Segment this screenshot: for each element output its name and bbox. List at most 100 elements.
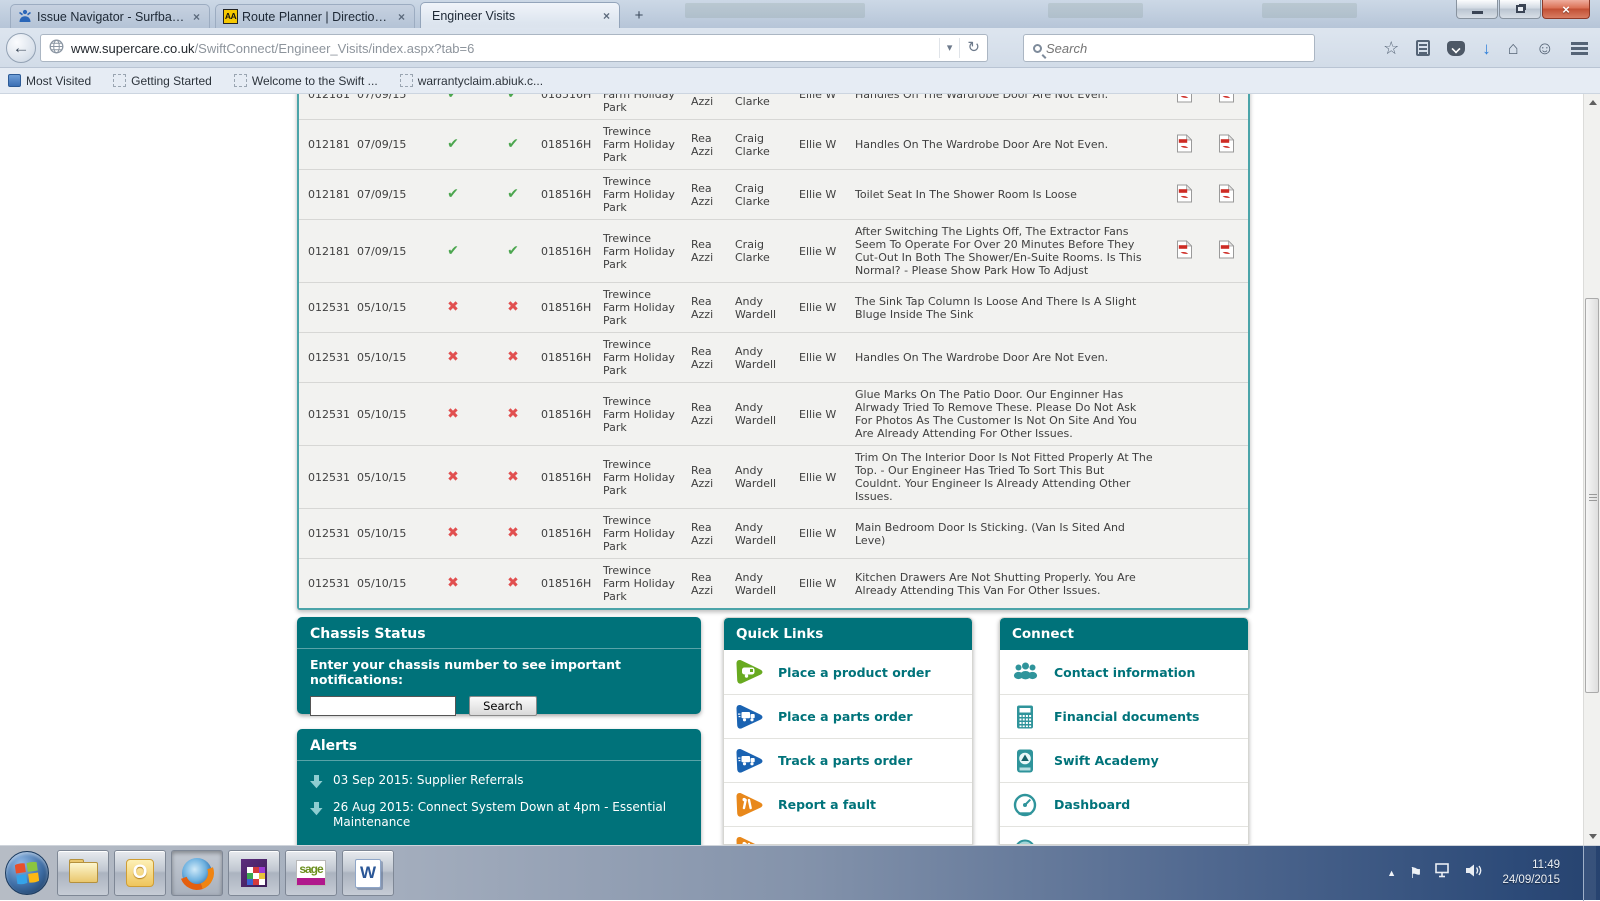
quick-link-arrow-icon bbox=[734, 747, 764, 775]
bookmarks-bar: Most Visited Getting Started Welcome to … bbox=[0, 68, 1600, 94]
browser-tab[interactable]: AA Route Planner | Directions, ... × bbox=[215, 4, 415, 28]
reload-icon[interactable]: ↻ bbox=[959, 38, 987, 58]
address-bar[interactable]: www.supercare.co.uk /SwiftConnect/Engine… bbox=[40, 34, 988, 62]
bookmark-item[interactable]: warrantyclaim.abiuk.c... bbox=[399, 74, 543, 88]
back-button[interactable]: ← bbox=[6, 33, 36, 63]
cross-icon: ✖ bbox=[507, 299, 519, 315]
window-close-button[interactable]: × bbox=[1542, 0, 1590, 19]
pdf-icon bbox=[1176, 183, 1192, 202]
network-icon[interactable] bbox=[1435, 863, 1452, 883]
show-desktop-button[interactable] bbox=[1583, 845, 1596, 901]
search-box[interactable] bbox=[1023, 34, 1315, 62]
quick-link[interactable]: Report a fault bbox=[724, 782, 972, 826]
browser-tab[interactable]: Engineer Visits × bbox=[420, 2, 620, 28]
cell-pdf-2[interactable] bbox=[1205, 94, 1248, 106]
bookmark-star-icon[interactable]: ☆ bbox=[1383, 39, 1399, 57]
taskbar-app-button[interactable] bbox=[114, 850, 166, 896]
page-scrollbar[interactable] bbox=[1583, 94, 1600, 845]
clock-time: 11:49 bbox=[1532, 859, 1560, 871]
cell-park: Trewince Farm Holiday Park bbox=[603, 94, 675, 114]
cell-pdf-2[interactable] bbox=[1205, 240, 1248, 262]
volume-icon[interactable] bbox=[1465, 863, 1483, 883]
connect-link[interactable]: Dashboard bbox=[1000, 782, 1248, 826]
urlbar-dropdown-icon[interactable]: ▾ bbox=[938, 38, 960, 58]
tab-close-icon[interactable]: × bbox=[601, 9, 612, 23]
cell-pdf-1[interactable] bbox=[1163, 183, 1205, 206]
quick-link[interactable]: Place a parts order bbox=[724, 694, 972, 738]
panel-title: Alerts bbox=[297, 729, 701, 761]
taskbar-app-button[interactable] bbox=[342, 850, 394, 896]
tab-close-icon[interactable]: × bbox=[396, 10, 407, 24]
cross-icon: ✖ bbox=[447, 468, 459, 485]
cell-description: After Switching The Lights Off, The Extr… bbox=[855, 225, 1142, 277]
cell-handler: Ellie W bbox=[799, 577, 837, 590]
connect-link[interactable]: Financial documents bbox=[1000, 694, 1248, 738]
bookmark-item[interactable]: Welcome to the Swift ... bbox=[233, 74, 378, 88]
pocket-icon[interactable] bbox=[1447, 40, 1466, 56]
cell-pdf-2[interactable] bbox=[1205, 466, 1248, 488]
quick-link[interactable] bbox=[724, 826, 972, 844]
cell-pdf-2[interactable] bbox=[1205, 133, 1248, 156]
bookmark-item[interactable]: Getting Started bbox=[113, 74, 212, 88]
cell-pdf-1[interactable] bbox=[1163, 403, 1205, 425]
bookmark-icon bbox=[8, 74, 21, 87]
pdf-icon bbox=[1219, 183, 1235, 202]
cell-claim-id: 012181 bbox=[308, 94, 350, 101]
scroll-down-button[interactable] bbox=[1584, 828, 1600, 845]
window-restore-button[interactable] bbox=[1499, 0, 1541, 19]
taskbar-app-button[interactable] bbox=[228, 850, 280, 896]
cell-pdf-1[interactable] bbox=[1163, 133, 1205, 156]
cell-pdf-1[interactable] bbox=[1163, 94, 1205, 106]
cell-pdf-1[interactable] bbox=[1163, 573, 1205, 595]
taskbar-app-button[interactable] bbox=[285, 850, 337, 896]
cell-pdf-2[interactable] bbox=[1205, 573, 1248, 595]
scroll-up-button[interactable] bbox=[1584, 94, 1600, 111]
cell-pdf-1[interactable] bbox=[1163, 466, 1205, 488]
hidden-icons-button[interactable]: ▲ bbox=[1387, 868, 1396, 878]
alert-item[interactable]: 26 Aug 2015: Connect System Down at 4pm … bbox=[297, 794, 701, 835]
new-tab-button[interactable]: + bbox=[625, 6, 653, 27]
alert-download-icon bbox=[310, 802, 323, 816]
connect-link[interactable] bbox=[1000, 826, 1248, 844]
chassis-number-input[interactable] bbox=[310, 695, 456, 716]
taskbar-app-button[interactable] bbox=[171, 850, 223, 896]
chassis-search-button[interactable]: Search bbox=[469, 695, 537, 716]
taskbar-app-button[interactable] bbox=[57, 850, 109, 896]
cell-pdf-2[interactable] bbox=[1205, 347, 1248, 369]
start-button[interactable] bbox=[5, 851, 49, 895]
cell-status-2: ✔ ✖ bbox=[485, 244, 541, 258]
downloads-icon[interactable]: ↓ bbox=[1482, 40, 1491, 57]
firefox-icon bbox=[182, 858, 212, 888]
cell-pdf-2[interactable] bbox=[1205, 297, 1248, 319]
action-center-flag-icon[interactable]: ⚑ bbox=[1409, 864, 1422, 882]
alert-item[interactable]: 03 Sep 2015: Supplier Referrals bbox=[297, 767, 701, 794]
taskbar-clock[interactable]: 11:49 24/09/2015 bbox=[1502, 858, 1560, 888]
connect-link-label: Swift Academy bbox=[1054, 753, 1159, 768]
cell-pdf-1[interactable] bbox=[1163, 347, 1205, 369]
bookmark-item[interactable]: Most Visited bbox=[8, 74, 91, 88]
connect-link[interactable]: Contact information bbox=[1000, 650, 1248, 694]
alerts-panel: Alerts 03 Sep 2015: Supplier Referrals 2… bbox=[297, 729, 701, 845]
window-minimize-button[interactable] bbox=[1456, 0, 1498, 19]
scrollbar-thumb[interactable] bbox=[1585, 298, 1599, 693]
cell-pdf-1[interactable] bbox=[1163, 240, 1205, 262]
scroll-down-icon bbox=[1588, 834, 1597, 839]
cell-engineer: Andy Wardell bbox=[735, 464, 777, 490]
cell-pdf-2[interactable] bbox=[1205, 403, 1248, 425]
cell-pdf-1[interactable] bbox=[1163, 297, 1205, 319]
connect-icon bbox=[1010, 703, 1040, 731]
bookmarks-panel-icon[interactable] bbox=[1416, 40, 1431, 56]
quick-link[interactable]: Place a product order bbox=[724, 650, 972, 694]
home-icon[interactable]: ⌂ bbox=[1508, 39, 1519, 57]
tab-close-icon[interactable]: × bbox=[191, 10, 202, 24]
cross-icon: ✖ bbox=[507, 349, 519, 365]
cell-pdf-1[interactable] bbox=[1163, 523, 1205, 545]
search-input[interactable] bbox=[1046, 40, 1314, 56]
connect-link[interactable]: Swift Academy bbox=[1000, 738, 1248, 782]
cell-pdf-2[interactable] bbox=[1205, 523, 1248, 545]
browser-tab[interactable]: Issue Navigator - Surfbay C... × bbox=[10, 4, 210, 28]
cell-pdf-2[interactable] bbox=[1205, 183, 1248, 206]
menu-icon[interactable] bbox=[1571, 41, 1588, 45]
hello-chat-icon[interactable]: ☺ bbox=[1536, 39, 1554, 57]
quick-link[interactable]: Track a parts order bbox=[724, 738, 972, 782]
